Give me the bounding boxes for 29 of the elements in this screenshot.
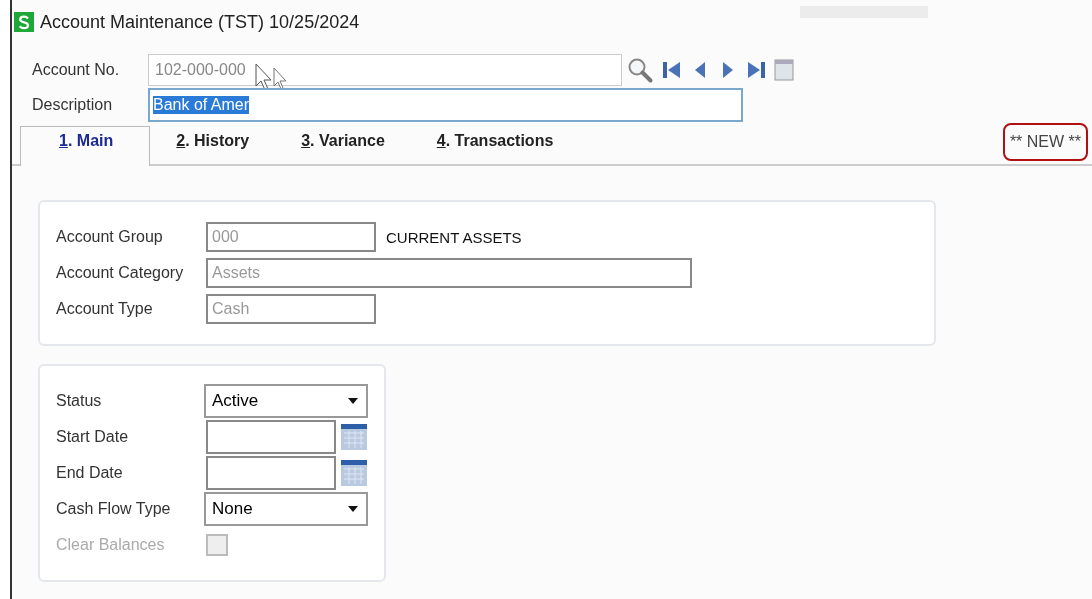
dropdown[interactable]: None [204, 492, 368, 526]
search-icon[interactable] [626, 56, 656, 84]
field-label: Clear Balances [56, 536, 166, 554]
calendar-icon[interactable] [340, 422, 368, 452]
field-label: Description [32, 96, 114, 114]
calendar-icon[interactable] [340, 458, 368, 488]
dropdown-arrow-icon [348, 506, 358, 512]
field-label: Start Date [56, 428, 130, 446]
field-label: Account No. [32, 61, 121, 79]
field-label: End Date [56, 464, 124, 482]
tab[interactable]: 3. Variance [275, 128, 411, 164]
group-description: CURRENT ASSETS [386, 228, 522, 246]
field-label: Account Type [56, 300, 154, 318]
field-label: Account Category [56, 264, 185, 282]
field-label: Account Group [56, 228, 164, 246]
record-status-label: ** NEW ** [1002, 123, 1088, 161]
dropdown[interactable]: Active [204, 384, 368, 418]
description-field[interactable]: Bank of Amer [148, 88, 743, 122]
date-field[interactable] [206, 456, 336, 490]
field-label: Cash Flow Type [56, 500, 172, 518]
account-number-field[interactable]: 102-000-000 [148, 54, 622, 86]
field-label: Status [56, 392, 103, 410]
tab[interactable]: 1. Main [20, 126, 151, 166]
tab[interactable]: 2. History [150, 128, 276, 164]
tab[interactable]: 4. Transactions [410, 128, 580, 164]
date-field[interactable] [206, 420, 336, 454]
dropdown-arrow-icon [348, 398, 358, 404]
app-logo-icon [14, 12, 34, 32]
window-title: Account Maintenance (TST) 10/25/2024 [40, 11, 360, 33]
